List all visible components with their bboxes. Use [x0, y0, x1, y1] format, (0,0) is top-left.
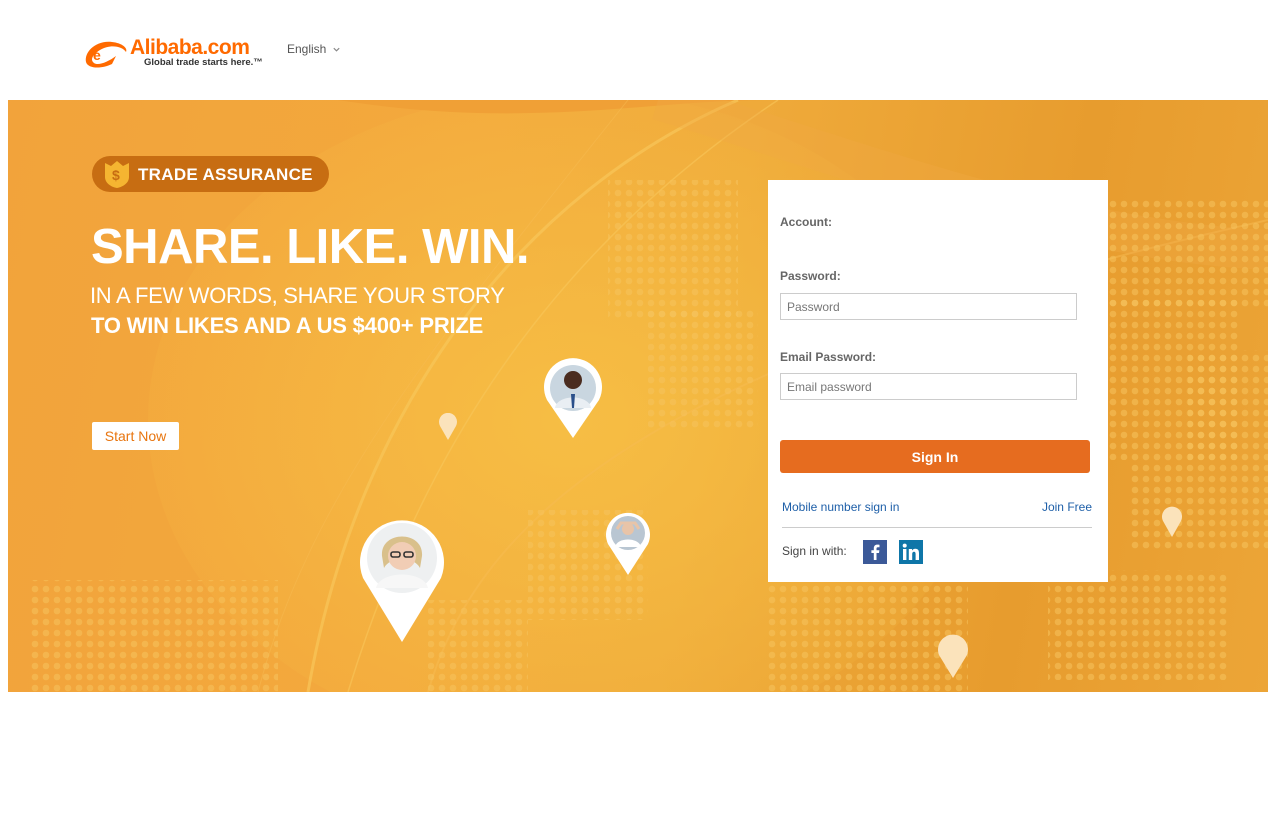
promo-subline-1: IN A FEW WORDS, SHARE YOUR STORY [90, 283, 505, 308]
svg-text:$: $ [112, 167, 120, 183]
alibaba-logo-mark-icon: e [85, 41, 127, 68]
map-pin-icon [439, 413, 457, 440]
map-pin-icon [1162, 506, 1182, 537]
password-label: Password: [780, 269, 841, 283]
trade-assurance-label: TRADE ASSURANCE [138, 165, 313, 184]
language-selector[interactable]: English [287, 42, 341, 56]
chevron-down-icon [333, 47, 340, 52]
map-pin-icon [938, 634, 968, 678]
sign-in-button[interactable]: Sign In [780, 440, 1090, 473]
promo-subline-2: TO WIN LIKES AND A US $400+ PRIZE [91, 313, 484, 338]
login-panel: Account: Password: Email Password: Sign … [768, 180, 1108, 582]
svg-text:e: e [93, 47, 101, 63]
avatar-pin-man-icon [544, 358, 602, 438]
avatar-pin-man-relaxed-icon [606, 512, 650, 575]
mobile-sign-in-link[interactable]: Mobile number sign in [782, 500, 899, 514]
join-free-link[interactable]: Join Free [1042, 500, 1092, 514]
divider [782, 527, 1092, 528]
start-now-button[interactable]: Start Now [92, 422, 179, 450]
trade-assurance-badge: $ TRADE ASSURANCE [92, 156, 329, 192]
logo-tagline: Global trade starts here.™ [144, 57, 263, 68]
shield-dollar-icon: $ [105, 161, 129, 188]
avatar-pin-woman-icon [360, 520, 444, 642]
email-password-input[interactable] [780, 373, 1077, 400]
account-label: Account: [780, 215, 832, 229]
sign-in-with-label: Sign in with: [782, 544, 847, 558]
top-header: e Alibaba.com Global trade starts here.™… [0, 0, 1268, 100]
email-password-label: Email Password: [780, 350, 877, 364]
linkedin-icon[interactable] [899, 540, 923, 564]
language-label: English [287, 42, 327, 56]
facebook-icon[interactable] [863, 540, 887, 564]
alibaba-logo[interactable]: e Alibaba.com Global trade starts here.™ [82, 36, 272, 72]
password-input[interactable] [780, 293, 1077, 320]
promo-headline: SHARE. LIKE. WIN. [91, 220, 529, 274]
